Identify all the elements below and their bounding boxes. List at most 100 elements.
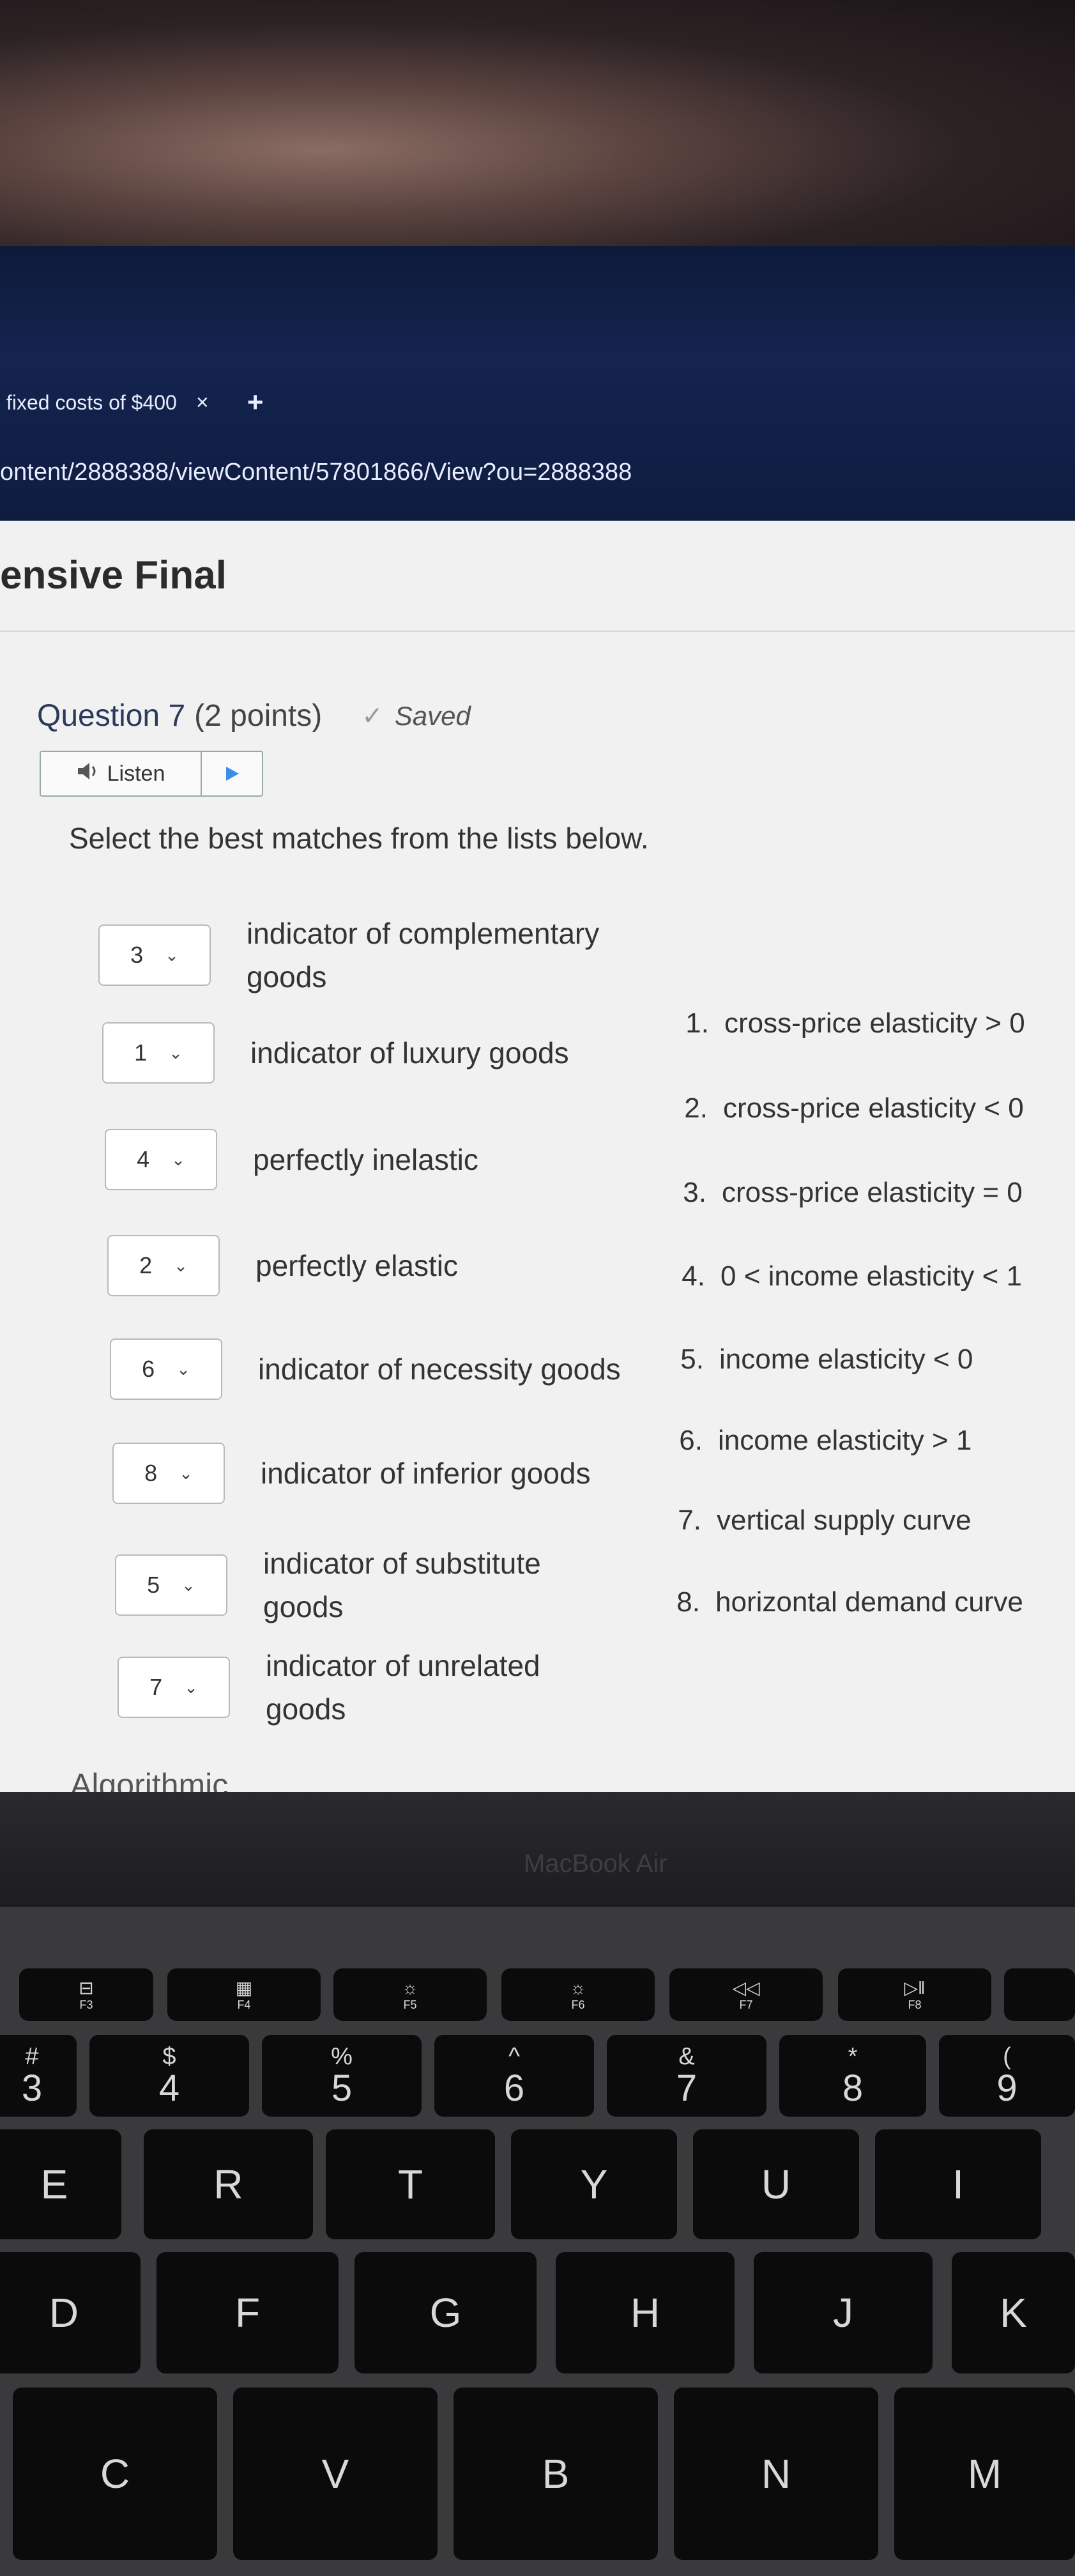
match-row: 2 ⌄ perfectly elastic — [107, 1235, 639, 1296]
key-h[interactable]: H — [556, 2252, 735, 2373]
key-k[interactable]: K — [952, 2252, 1075, 2373]
key-7[interactable]: & 7 — [607, 2035, 766, 2117]
key-5[interactable]: % 5 — [262, 2035, 422, 2117]
mission-control-icon: ⊟ — [79, 1978, 94, 1998]
option-item: 8. horizontal demand curve — [676, 1586, 1023, 1618]
brightness-up-icon: ☼ — [570, 1977, 586, 1998]
chevron-down-icon: ⌄ — [181, 1575, 195, 1595]
key-4[interactable]: $4 — [89, 2035, 249, 2117]
match-row: 6 ⌄ indicator of necessity goods — [110, 1338, 641, 1400]
key-g[interactable]: G — [355, 2252, 537, 2373]
page-content: ensive Final Question 7 (2 points) ✓ Sav… — [0, 521, 1075, 1792]
saved-label: Saved — [394, 700, 471, 731]
key-j[interactable]: J — [754, 2252, 933, 2373]
photo-backdrop — [0, 0, 1075, 249]
key-f9[interactable] — [1004, 1968, 1075, 2021]
play-icon[interactable] — [202, 752, 262, 795]
question-instructions: Select the best matches from the lists b… — [69, 822, 649, 855]
tab-close-icon[interactable]: × — [196, 390, 209, 415]
match-select[interactable]: 5 ⌄ — [115, 1554, 227, 1616]
match-row: 7 ⌄ indicator of unrelated goods — [118, 1644, 585, 1731]
key-f[interactable]: F — [156, 2252, 339, 2373]
match-label: indicator of unrelated goods — [266, 1649, 540, 1726]
key-9[interactable]: (9 — [939, 2035, 1075, 2117]
key-b[interactable]: B — [454, 2388, 658, 2560]
key-r[interactable]: R — [144, 2129, 313, 2239]
option-item: 4. 0 < income elasticity < 1 — [682, 1261, 1023, 1292]
browser-tab[interactable]: fixed costs of $400 × + — [0, 383, 268, 422]
key-f6[interactable]: ☼ F6 — [501, 1968, 655, 2021]
key-e[interactable]: E — [0, 2129, 121, 2239]
key-f4[interactable]: ▦ F4 — [167, 1968, 321, 2021]
match-label: perfectly elastic — [255, 1249, 459, 1282]
match-select[interactable]: 6 ⌄ — [110, 1338, 222, 1400]
chevron-down-icon: ⌄ — [179, 1463, 193, 1483]
play-pause-icon: ▷‖ — [904, 1978, 926, 1998]
key-3[interactable]: #3 — [0, 2035, 77, 2117]
chevron-down-icon: ⌄ — [169, 1043, 183, 1062]
keyboard: ⊟ F3 ▦ F4 ☼ F5 ☼ F6 ◁◁ F7 ▷‖ F8 #3 $4 % 5 ^ 6 & 7… — [0, 1907, 1075, 2576]
match-row: 4 ⌄ perfectly inelastic — [105, 1129, 636, 1190]
option-item: 7. vertical supply curve — [678, 1505, 972, 1536]
chevron-down-icon: ⌄ — [176, 1359, 190, 1379]
speaker-icon — [77, 762, 100, 786]
device-brand: MacBook Air — [524, 1850, 667, 1878]
listen-label: Listen — [107, 761, 165, 786]
question-points: (2 points) — [194, 699, 323, 733]
key-f7[interactable]: ◁◁ F7 — [669, 1968, 823, 2021]
chevron-down-icon: ⌄ — [171, 1149, 185, 1169]
page-title: ensive Final — [0, 553, 227, 597]
option-item: 1. cross-price elasticity > 0 — [685, 1008, 1025, 1039]
key-n[interactable]: N — [674, 2388, 878, 2560]
rewind-icon: ◁◁ — [732, 1978, 760, 1998]
address-bar[interactable]: ontent/2888388/viewContent/57801866/View… — [0, 459, 632, 486]
key-v[interactable]: V — [233, 2388, 438, 2560]
tab-title: fixed costs of $400 — [6, 390, 177, 414]
option-item: 3. cross-price elasticity = 0 — [683, 1177, 1023, 1208]
brightness-down-icon: ☼ — [402, 1977, 418, 1998]
question-header: Question 7 (2 points) ✓ Saved — [37, 698, 471, 733]
check-icon: ✓ — [362, 702, 383, 730]
match-select[interactable]: 1 ⌄ — [102, 1022, 215, 1084]
match-row: 1 ⌄ indicator of luxury goods — [102, 1022, 634, 1084]
key-f3[interactable]: ⊟ F3 — [19, 1968, 153, 2021]
match-label: perfectly inelastic — [253, 1143, 478, 1176]
match-row: 8 ⌄ indicator of inferior goods — [112, 1443, 644, 1504]
key-f5[interactable]: ☼ F5 — [333, 1968, 487, 2021]
match-select[interactable]: 8 ⌄ — [112, 1443, 225, 1504]
key-8[interactable]: * 8 — [779, 2035, 926, 2117]
match-select[interactable]: 2 ⌄ — [107, 1235, 220, 1296]
key-t[interactable]: T — [326, 2129, 495, 2239]
key-u[interactable]: U — [693, 2129, 859, 2239]
title-divider — [0, 631, 1075, 632]
key-d[interactable]: D — [0, 2252, 141, 2373]
key-i[interactable]: I — [875, 2129, 1041, 2239]
new-tab-icon[interactable]: + — [247, 387, 264, 418]
key-c[interactable]: C — [13, 2388, 217, 2560]
key-6[interactable]: ^ 6 — [434, 2035, 594, 2117]
match-label: indicator of complementary goods — [247, 917, 600, 993]
match-select[interactable]: 4 ⌄ — [105, 1129, 217, 1190]
listen-button[interactable]: Listen — [41, 752, 202, 795]
question-label: Question 7 — [37, 699, 186, 733]
saved-status: ✓ Saved — [362, 701, 471, 732]
key-y[interactable]: Y — [511, 2129, 677, 2239]
option-item: 2. cross-price elasticity < 0 — [684, 1092, 1024, 1124]
match-row: 3 ⌄ indicator of complementary goods — [98, 912, 655, 999]
chevron-down-icon: ⌄ — [184, 1677, 198, 1697]
option-item: 6. income elasticity > 1 — [679, 1425, 972, 1456]
match-label: indicator of necessity goods — [258, 1353, 621, 1386]
listen-control: Listen — [40, 751, 263, 797]
launchpad-icon: ▦ — [235, 1978, 253, 1998]
match-select[interactable]: 7 ⌄ — [118, 1657, 230, 1718]
key-f8[interactable]: ▷‖ F8 — [838, 1968, 991, 2021]
match-label: indicator of inferior goods — [261, 1457, 591, 1490]
chevron-down-icon: ⌄ — [165, 945, 179, 965]
chevron-down-icon: ⌄ — [174, 1255, 188, 1275]
key-m[interactable]: M — [894, 2388, 1075, 2560]
match-label: indicator of substitute goods — [263, 1547, 541, 1623]
match-label: indicator of luxury goods — [250, 1036, 569, 1070]
option-item: 5. income elasticity < 0 — [680, 1344, 973, 1375]
match-row: 5 ⌄ indicator of substitute goods — [115, 1542, 583, 1629]
match-select[interactable]: 3 ⌄ — [98, 924, 211, 986]
